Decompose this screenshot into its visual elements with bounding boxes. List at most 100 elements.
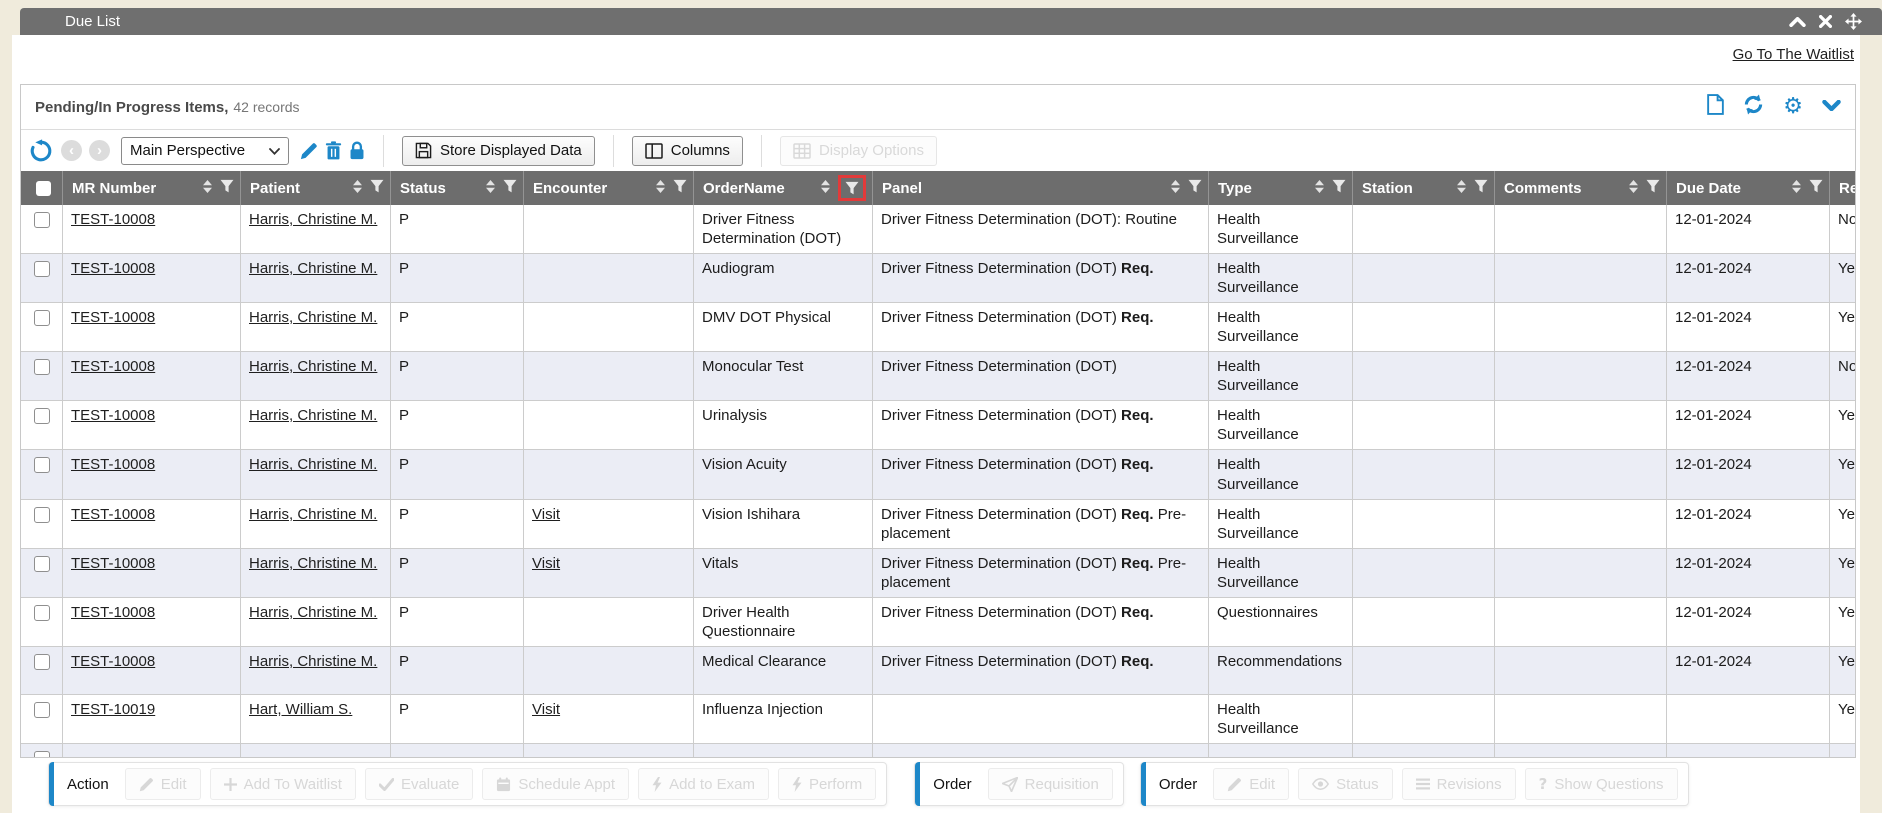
cell-mr-number-link[interactable]: TEST-10008	[71, 309, 155, 326]
collapse-chevron-down-icon[interactable]	[1822, 98, 1841, 116]
row-checkbox[interactable]	[34, 507, 50, 523]
header-type[interactable]: Type	[1209, 171, 1353, 205]
sort-icon[interactable]	[820, 179, 831, 198]
header-patient[interactable]: Patient	[241, 171, 391, 205]
sort-icon[interactable]	[485, 179, 496, 198]
filter-icon[interactable]	[503, 179, 517, 197]
header-req[interactable]: Req	[1830, 171, 1855, 205]
cell-mr-number-link[interactable]: TEST-10008	[71, 653, 155, 670]
cell-patient-link[interactable]: Harris, Christine M.	[249, 456, 377, 473]
perspective-select[interactable]: Main Perspective	[121, 137, 289, 165]
header-mr-number[interactable]: MR Number	[63, 171, 241, 205]
lock-icon[interactable]	[349, 141, 365, 160]
go-to-waitlist-link[interactable]: Go To The Waitlist	[1733, 46, 1854, 63]
row-checkbox[interactable]	[34, 359, 50, 375]
row-checkbox[interactable]	[34, 556, 50, 572]
sort-icon[interactable]	[202, 179, 213, 198]
cell-patient-link[interactable]: Harris, Christine M.	[249, 506, 377, 523]
cell-patient-link[interactable]: Harris, Christine M.	[249, 604, 377, 621]
sort-icon[interactable]	[1314, 179, 1325, 198]
store-displayed-data-button[interactable]: Store Displayed Data	[402, 136, 595, 166]
cell-encounter-link[interactable]: Visit	[532, 555, 560, 572]
cell-mr-number-link[interactable]: TEST-10008	[71, 358, 155, 375]
row-checkbox[interactable]	[34, 212, 50, 228]
cell-due-date: 12-01-2024	[1667, 401, 1830, 449]
move-arrows-icon[interactable]	[1845, 13, 1862, 30]
row-checkbox[interactable]	[34, 605, 50, 621]
header-encounter[interactable]: Encounter	[524, 171, 694, 205]
sort-icon[interactable]	[352, 179, 363, 198]
row-checkbox[interactable]	[34, 408, 50, 424]
filter-icon[interactable]	[1646, 179, 1660, 197]
cell-patient-link[interactable]: Harris, Christine M.	[249, 407, 377, 424]
row-checkbox[interactable]	[34, 457, 50, 473]
header-due-date[interactable]: Due Date	[1667, 171, 1830, 205]
refresh-icon[interactable]	[1743, 94, 1764, 120]
cell-mr-number-link[interactable]: TEST-10008	[71, 211, 155, 228]
sort-icon[interactable]	[1628, 179, 1639, 198]
header-panel[interactable]: Panel	[873, 171, 1209, 205]
sort-icon[interactable]	[1170, 179, 1181, 198]
close-x-icon[interactable]	[1819, 15, 1832, 28]
cell-patient-link[interactable]: Harris, Christine M.	[249, 309, 377, 326]
undo-icon[interactable]	[29, 139, 54, 163]
header-comments[interactable]: Comments	[1495, 171, 1667, 205]
next-perspective-button[interactable]: ›	[89, 140, 110, 161]
settings-gear-icon[interactable]: ⚙	[1783, 96, 1803, 118]
select-all-checkbox[interactable]	[36, 181, 51, 196]
filter-icon[interactable]	[1332, 179, 1346, 197]
sort-icon[interactable]	[655, 179, 666, 198]
cell-type: Health Surveillance	[1209, 254, 1353, 302]
filter-icon[interactable]	[370, 179, 384, 197]
cell-select	[21, 598, 63, 646]
cell-comments	[1495, 450, 1667, 498]
cell-patient-link[interactable]: Hart, William S.	[249, 701, 352, 718]
sort-icon[interactable]	[1791, 179, 1802, 198]
sort-icon[interactable]	[1456, 179, 1467, 198]
row-checkbox[interactable]	[34, 654, 50, 670]
cell-mr-number: TEST-10008	[63, 549, 241, 597]
cell-mr-number-link[interactable]: TEST-10008	[71, 407, 155, 424]
cell-status: P	[391, 647, 524, 694]
table-row	[21, 744, 1855, 757]
row-checkbox[interactable]	[34, 310, 50, 326]
columns-button[interactable]: Columns	[632, 136, 743, 166]
order-status-button: Status	[1298, 768, 1393, 800]
row-checkbox[interactable]	[34, 702, 50, 718]
filter-icon[interactable]	[220, 179, 234, 197]
show-questions-button: ? Show Questions	[1525, 768, 1678, 800]
header-station[interactable]: Station	[1353, 171, 1495, 205]
cell-patient-link[interactable]: Harris, Christine M.	[249, 260, 377, 277]
delete-trash-icon[interactable]	[325, 141, 342, 160]
new-document-icon[interactable]	[1707, 94, 1724, 120]
filter-icon[interactable]	[673, 179, 687, 197]
cell-mr-number-link[interactable]: TEST-10008	[71, 456, 155, 473]
row-checkbox[interactable]	[34, 751, 50, 757]
cell-patient-link[interactable]: Harris, Christine M.	[249, 211, 377, 228]
cell-mr-number-link[interactable]: TEST-10008	[71, 260, 155, 277]
cell-mr-number-link[interactable]: TEST-10008	[71, 506, 155, 523]
table-row: TEST-10008Harris, Christine M.PVision Ac…	[21, 450, 1855, 499]
header-ordername[interactable]: OrderName	[694, 171, 873, 205]
filter-icon[interactable]	[1188, 179, 1202, 197]
cell-select	[21, 695, 63, 743]
prev-perspective-button[interactable]: ‹	[61, 140, 82, 161]
cell-patient-link[interactable]: Harris, Christine M.	[249, 653, 377, 670]
cell-encounter: Visit	[524, 500, 694, 548]
cell-mr-number-link[interactable]: TEST-10008	[71, 604, 155, 621]
filter-icon[interactable]	[1809, 179, 1823, 197]
collapse-chevron-up-icon[interactable]	[1789, 17, 1806, 27]
cell-patient-link[interactable]: Harris, Christine M.	[249, 555, 377, 572]
cell-due-date: 12-01-2024	[1667, 254, 1830, 302]
edit-pencil-icon[interactable]	[300, 142, 318, 160]
header-status[interactable]: Status	[391, 171, 524, 205]
row-checkbox[interactable]	[34, 261, 50, 277]
cell-mr-number-link[interactable]: TEST-10019	[71, 701, 155, 718]
cell-status: P	[391, 205, 524, 253]
filter-icon[interactable]	[845, 181, 859, 195]
cell-patient-link[interactable]: Harris, Christine M.	[249, 358, 377, 375]
cell-encounter-link[interactable]: Visit	[532, 701, 560, 718]
filter-icon[interactable]	[1474, 179, 1488, 197]
cell-mr-number-link[interactable]: TEST-10008	[71, 555, 155, 572]
cell-encounter-link[interactable]: Visit	[532, 506, 560, 523]
